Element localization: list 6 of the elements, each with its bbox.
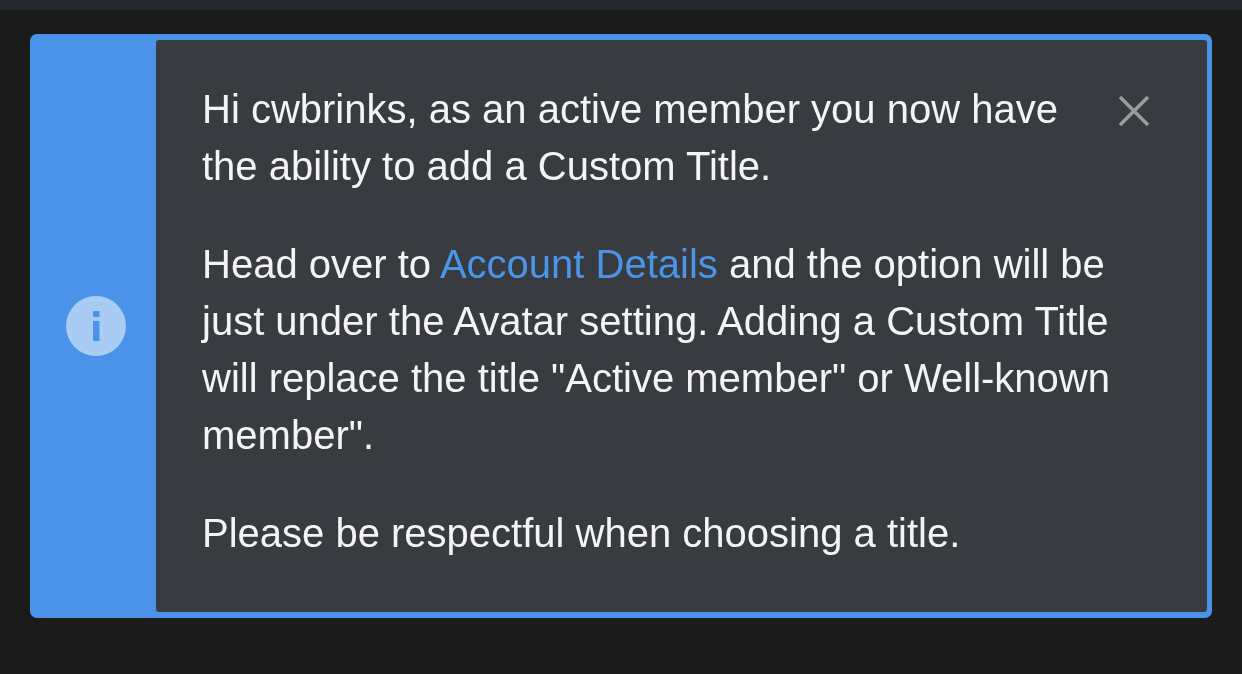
notice-paragraph: Hi cwbrinks, as an active member you now have the ability to add a Custom Title. bbox=[202, 86, 1059, 190]
notice-paragraph: Please be respectful when choosing a title. bbox=[202, 510, 962, 557]
notice-paragraph: Head over to Account Details and the option will be just under the Avatar setting. Adding a Custom Title will replace the title "Active member" or Well-known member". bbox=[202, 241, 1111, 459]
close-icon bbox=[1118, 95, 1150, 127]
account-details-link[interactable]: Account Details bbox=[439, 242, 718, 286]
info-icon bbox=[66, 296, 126, 356]
